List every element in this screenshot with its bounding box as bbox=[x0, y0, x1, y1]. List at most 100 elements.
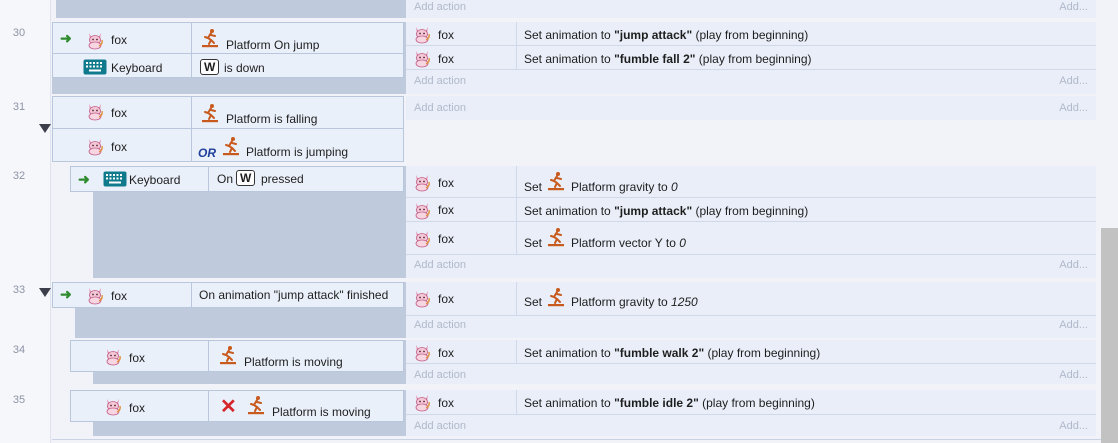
action-label: Platform gravity to bbox=[571, 180, 672, 194]
action-object: fox bbox=[438, 346, 455, 360]
row-number: 33 bbox=[12, 284, 26, 296]
key-w: W bbox=[236, 170, 256, 186]
fox-icon bbox=[412, 228, 432, 248]
add-more-link[interactable]: Add... bbox=[1059, 369, 1088, 381]
action-prefix: Set bbox=[524, 180, 543, 194]
condition-text[interactable]: Platform On jump bbox=[226, 38, 319, 52]
platform-behavior-icon bbox=[200, 28, 220, 48]
condition-text[interactable]: is down bbox=[224, 61, 265, 75]
fox-icon bbox=[412, 24, 432, 44]
action-prefix: Set animation to bbox=[524, 396, 615, 410]
trigger-arrow-icon: ➜ bbox=[78, 171, 90, 187]
fox-icon bbox=[412, 48, 432, 68]
action-row[interactable]: fox Set Platform gravity to 1250 bbox=[406, 282, 1096, 316]
fox-icon bbox=[412, 392, 432, 412]
action-text: Platform gravity to 0 bbox=[571, 180, 678, 194]
action-row[interactable]: fox Set animation to "fumble walk 2" (pl… bbox=[406, 340, 1096, 364]
divider bbox=[516, 340, 517, 363]
animation-name: "fumble walk 2" bbox=[614, 346, 705, 360]
divider bbox=[52, 53, 404, 54]
action-text: Platform vector Y to 0 bbox=[571, 236, 686, 250]
condition-text[interactable]: Platform is moving bbox=[244, 355, 343, 369]
add-more-link[interactable]: Add... bbox=[1059, 1, 1088, 13]
condition-prefix: On bbox=[217, 172, 234, 186]
action-text: Set animation to "fumble idle 2" (play f… bbox=[524, 396, 815, 410]
divider bbox=[516, 222, 517, 254]
actions-panel: Add action Add... bbox=[406, 96, 1096, 120]
divider bbox=[516, 198, 517, 221]
animation-name: "fumble fall 2" bbox=[614, 52, 696, 66]
divider bbox=[52, 439, 1101, 440]
condition-object: fox bbox=[111, 140, 128, 154]
platform-behavior-icon bbox=[546, 171, 566, 191]
action-row[interactable]: fox Set animation to "fumble idle 2" (pl… bbox=[406, 390, 1096, 415]
condition-text[interactable]: Platform is jumping bbox=[246, 145, 348, 159]
platform-behavior-icon bbox=[546, 227, 566, 247]
divider bbox=[516, 282, 517, 315]
fox-icon bbox=[85, 30, 105, 50]
add-action-link[interactable]: Add action bbox=[414, 1, 466, 13]
animation-name: "fumble idle 2" bbox=[614, 396, 699, 410]
condition-object: fox bbox=[111, 106, 128, 120]
condition-text[interactable]: Platform is falling bbox=[226, 112, 317, 126]
vertical-scrollbar[interactable] bbox=[1101, 228, 1118, 443]
action-row[interactable]: fox Set Platform gravity to 0 bbox=[406, 166, 1096, 198]
add-action-link[interactable]: Add action bbox=[414, 369, 466, 381]
fox-icon bbox=[412, 200, 432, 220]
divider bbox=[516, 390, 517, 414]
actions-panel: fox Set Platform gravity to 1250 Add act… bbox=[406, 282, 1096, 338]
fox-icon bbox=[412, 172, 432, 192]
add-more-link[interactable]: Add... bbox=[1059, 102, 1088, 114]
action-prefix: Set animation to bbox=[524, 346, 615, 360]
action-row[interactable]: fox Set Platform vector Y to 0 bbox=[406, 222, 1096, 255]
add-action-link[interactable]: Add action bbox=[414, 75, 466, 87]
action-object: fox bbox=[438, 396, 455, 410]
action-text: Set animation to "jump attack" (play fro… bbox=[524, 204, 808, 218]
action-prefix: Set animation to bbox=[524, 52, 615, 66]
or-operator: OR bbox=[198, 146, 216, 160]
action-row[interactable]: fox Set animation to "jump attack" (play… bbox=[406, 198, 1096, 222]
action-text: Platform gravity to 1250 bbox=[571, 295, 698, 309]
divider bbox=[208, 390, 209, 422]
add-action-link[interactable]: Add action bbox=[414, 102, 466, 114]
platform-behavior-icon bbox=[218, 345, 238, 365]
add-more-link[interactable]: Add... bbox=[1059, 259, 1088, 271]
condition-text[interactable]: On animation "jump attack" finished bbox=[199, 288, 388, 302]
action-prefix: Set bbox=[524, 236, 543, 250]
action-suffix: (play from beginning) bbox=[698, 396, 815, 410]
add-action-link[interactable]: Add action bbox=[414, 259, 466, 271]
fox-icon bbox=[85, 136, 105, 156]
add-more-link[interactable]: Add... bbox=[1059, 319, 1088, 331]
action-suffix: (play from beginning) bbox=[692, 204, 809, 218]
collapse-arrow-icon[interactable] bbox=[39, 288, 51, 297]
condition-keycap: W bbox=[236, 170, 256, 186]
platform-behavior-icon bbox=[246, 395, 266, 415]
divider bbox=[516, 46, 517, 69]
action-row[interactable]: fox Set animation to "jump attack" (play… bbox=[406, 22, 1096, 46]
condition-text[interactable]: Platform is moving bbox=[272, 405, 371, 419]
action-prefix: Set bbox=[524, 295, 543, 309]
condition-text[interactable]: pressed bbox=[261, 172, 304, 186]
action-object: fox bbox=[438, 292, 455, 306]
keyboard-icon bbox=[83, 59, 107, 75]
action-value: 0 bbox=[671, 180, 678, 194]
fox-icon bbox=[85, 285, 105, 305]
add-more-link[interactable]: Add... bbox=[1059, 420, 1088, 432]
platform-behavior-icon bbox=[200, 103, 220, 123]
add-more-link[interactable]: Add... bbox=[1059, 75, 1088, 87]
condition-object: fox bbox=[111, 289, 128, 303]
fox-icon bbox=[85, 101, 105, 121]
row-number: 32 bbox=[12, 170, 26, 182]
action-text: Set animation to "fumble walk 2" (play f… bbox=[524, 346, 820, 360]
action-text: Set animation to "fumble fall 2" (play f… bbox=[524, 52, 812, 66]
collapse-arrow-icon[interactable] bbox=[39, 124, 51, 133]
action-value: 1250 bbox=[671, 295, 698, 309]
add-action-link[interactable]: Add action bbox=[414, 319, 466, 331]
action-label: Platform vector Y to bbox=[571, 236, 680, 250]
condition-object: fox bbox=[111, 33, 128, 47]
trigger-arrow-icon: ➜ bbox=[60, 286, 72, 302]
platform-behavior-icon bbox=[221, 136, 241, 156]
action-prefix: Set animation to bbox=[524, 204, 615, 218]
add-action-link[interactable]: Add action bbox=[414, 420, 466, 432]
action-row[interactable]: fox Set animation to "fumble fall 2" (pl… bbox=[406, 46, 1096, 70]
